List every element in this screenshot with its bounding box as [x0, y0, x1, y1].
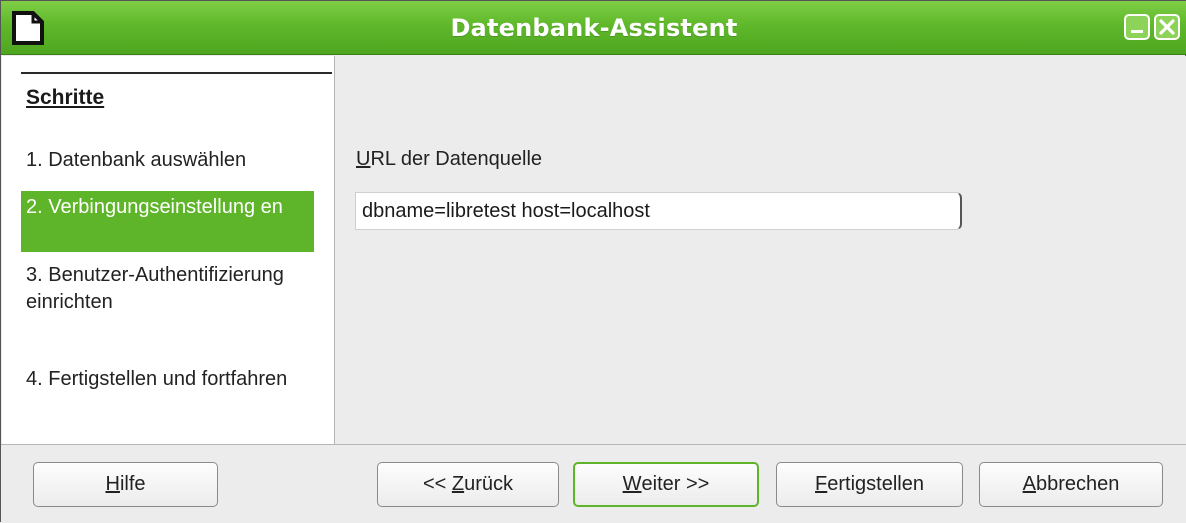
url-label: URL der Datenquelle	[356, 148, 542, 171]
help-button[interactable]: Hilfe	[33, 462, 218, 507]
cancel-label: bbrechen	[1035, 473, 1120, 495]
minimize-button[interactable]	[1124, 14, 1150, 40]
back-prefix: <<	[422, 473, 452, 495]
minimize-icon	[1131, 30, 1143, 33]
button-bar: Hilfe << Zurück Weiter >> Fertigstellen …	[1, 444, 1186, 523]
help-label: ilfe	[119, 473, 146, 495]
step-select-database[interactable]: 1. Datenbank auswählen	[21, 147, 314, 174]
finish-label: ertigstellen	[827, 473, 924, 495]
close-icon	[1159, 19, 1175, 35]
content-pane: URL der Datenquelle	[336, 56, 1186, 444]
url-label-text: RL der Datenquelle	[370, 148, 543, 170]
next-button[interactable]: Weiter >>	[573, 462, 759, 507]
window-title: Datenbank-Assistent	[450, 14, 738, 42]
step-finish[interactable]: 4. Fertigstellen und fortfahren	[21, 366, 314, 393]
url-label-accel: U	[356, 148, 371, 170]
next-label: eiter >>	[641, 473, 710, 495]
step-connection-settings[interactable]: 2. Verbingungseinstellung en	[21, 191, 314, 252]
close-button[interactable]	[1154, 14, 1180, 40]
next-accel: W	[622, 473, 642, 495]
url-input[interactable]	[355, 192, 962, 230]
back-button[interactable]: << Zurück	[377, 462, 559, 507]
back-accel: Z	[451, 473, 465, 495]
steps-divider	[21, 72, 332, 74]
cancel-button[interactable]: Abbrechen	[979, 462, 1163, 507]
help-accel: H	[105, 473, 120, 495]
step-user-authentication[interactable]: 3. Benutzer-Authentifizierung einrichten	[21, 262, 314, 316]
cancel-accel: A	[1022, 473, 1036, 495]
title-bar[interactable]: Datenbank-Assistent	[1, 1, 1186, 55]
finish-accel: F	[815, 473, 828, 495]
dialog-window: Datenbank-Assistent Schritte 1. Datenban…	[0, 0, 1186, 523]
finish-button[interactable]: Fertigstellen	[776, 462, 963, 507]
steps-pane: Schritte 1. Datenbank auswählen 2. Verbi…	[2, 56, 335, 444]
steps-heading: Schritte	[26, 86, 105, 109]
back-label: urück	[464, 473, 514, 495]
